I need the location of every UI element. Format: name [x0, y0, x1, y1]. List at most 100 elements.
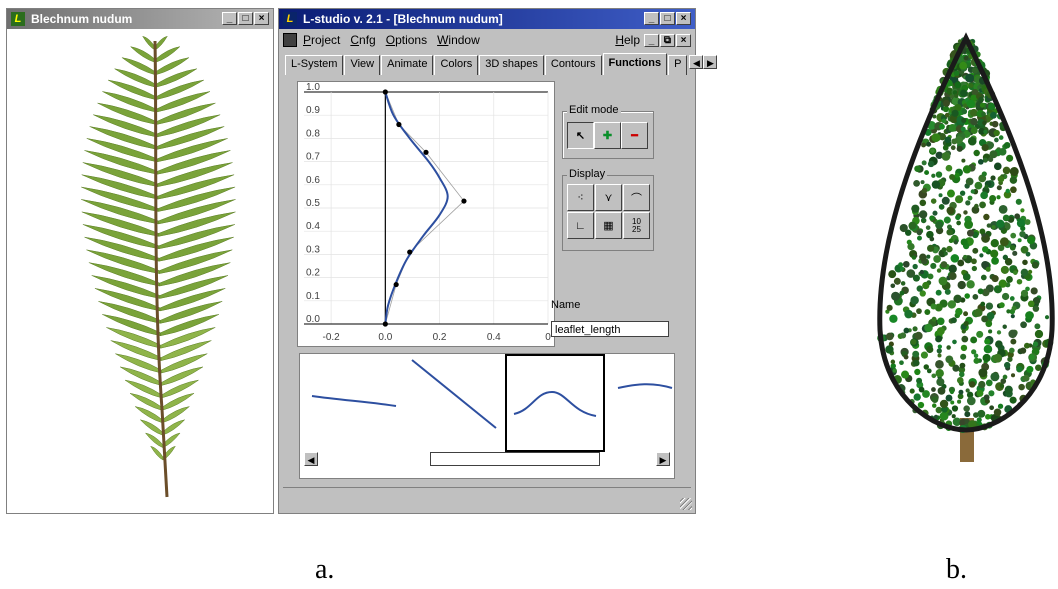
- gallery-item-1[interactable]: [311, 395, 397, 407]
- tree-leaf: [944, 112, 950, 118]
- show-grid-button[interactable]: ▦: [595, 212, 622, 239]
- tree-leaf: [945, 164, 953, 172]
- tab-lsystem[interactable]: L-System: [285, 55, 344, 75]
- tab-animate[interactable]: Animate: [381, 55, 434, 75]
- menu-cnfg[interactable]: Cnfg: [350, 33, 375, 47]
- tree-leaf: [892, 368, 897, 373]
- tree-leaf: [889, 314, 898, 323]
- show-curve-button[interactable]: ⌒: [623, 184, 650, 211]
- tree-leaf: [963, 320, 969, 327]
- close-button[interactable]: ×: [676, 12, 691, 25]
- gallery-scroll-right-icon[interactable]: ▶: [656, 452, 670, 466]
- tree-leaf: [913, 179, 921, 187]
- tab-colors[interactable]: Colors: [434, 55, 479, 75]
- tree-leaf: [923, 364, 929, 370]
- menu-options[interactable]: Options: [386, 33, 427, 47]
- minimize-button[interactable]: _: [644, 12, 659, 25]
- menu-project[interactable]: Project: [303, 33, 340, 47]
- tree-leaf: [935, 221, 944, 229]
- gallery-item-2[interactable]: [411, 359, 497, 429]
- tree-leaf: [1009, 176, 1018, 184]
- control-point[interactable]: [407, 249, 413, 255]
- y-tick-label: 0.9: [306, 105, 320, 116]
- gallery-scroll-thumb[interactable]: [430, 452, 600, 466]
- control-point[interactable]: [382, 321, 388, 327]
- tree-leaf: [950, 400, 955, 405]
- resize-grip-icon[interactable]: [680, 498, 692, 510]
- mdi-close-button[interactable]: ×: [676, 33, 691, 47]
- show-points-button[interactable]: ⁖: [567, 184, 594, 211]
- menu-help[interactable]: Help: [615, 33, 640, 47]
- tree-leaf: [965, 200, 971, 206]
- remove-point-button[interactable]: ━: [621, 122, 648, 149]
- maximize-button[interactable]: □: [238, 12, 253, 25]
- gallery-item-3[interactable]: [505, 354, 605, 452]
- mdi-restore-button[interactable]: ⧉: [660, 33, 675, 47]
- show-values-button[interactable]: 10 25: [623, 212, 650, 239]
- tree-leaf: [963, 405, 970, 412]
- tree-leaf: [913, 393, 921, 401]
- control-point[interactable]: [393, 281, 399, 288]
- tree-leaf: [982, 246, 989, 253]
- name-field[interactable]: leaflet_length: [551, 321, 669, 337]
- control-point[interactable]: [382, 89, 388, 95]
- tree-leaf: [899, 290, 905, 296]
- gallery-scrollbar[interactable]: ◀ ▶: [304, 452, 670, 466]
- minimize-button[interactable]: _: [222, 12, 237, 25]
- control-point[interactable]: [396, 121, 402, 128]
- tree-leaf: [919, 269, 924, 275]
- tree-leaf: [935, 171, 943, 178]
- control-point[interactable]: [461, 198, 467, 204]
- tree-leaf: [917, 235, 922, 241]
- plot-grid: [304, 91, 549, 325]
- tab-functions[interactable]: Functions: [602, 53, 668, 75]
- tree-leaf: [964, 411, 971, 418]
- tab-scroll-right-icon[interactable]: ▶: [703, 55, 718, 69]
- add-point-icon: ✚: [602, 130, 613, 142]
- tab-p[interactable]: P: [668, 55, 688, 75]
- tree-leaf: [914, 368, 921, 376]
- fern-window-titlebar[interactable]: L Blechnum nudum _ □ ×: [7, 9, 273, 29]
- tree-leaf: [933, 414, 939, 420]
- polygon-icon: ⋎: [604, 192, 613, 204]
- tree-leaf: [893, 277, 901, 285]
- tree-leaf: [1016, 366, 1023, 373]
- tree-leaf: [1005, 188, 1010, 194]
- tree-leaf: [983, 344, 993, 354]
- tree-leaf: [912, 326, 918, 332]
- tree-leaf: [1008, 329, 1017, 339]
- fern-render: [81, 35, 236, 498]
- show-polygon-button[interactable]: ⋎: [595, 184, 622, 211]
- gallery-scroll-left-icon[interactable]: ◀: [304, 452, 318, 466]
- close-button[interactable]: ×: [254, 12, 269, 25]
- tree-leaf: [1044, 315, 1050, 320]
- tree-leaf: [985, 302, 994, 310]
- menu-window[interactable]: Window: [437, 33, 480, 47]
- mdi-minimize-button[interactable]: _: [644, 33, 659, 47]
- add-point-button[interactable]: ✚: [594, 122, 621, 149]
- y-tick-label: 0.2: [306, 268, 320, 279]
- tree-leaf: [924, 309, 931, 316]
- tab-contours[interactable]: Contours: [544, 55, 602, 75]
- show-axes-button[interactable]: ∟: [567, 212, 594, 239]
- tree-leaf: [976, 389, 984, 397]
- tree-leaf: [927, 160, 935, 168]
- tab-3d-shapes[interactable]: 3D shapes: [479, 55, 544, 75]
- tree-leaf: [931, 173, 936, 178]
- tab-view[interactable]: View: [344, 55, 381, 75]
- move-point-button[interactable]: ↖: [567, 122, 594, 149]
- tree-leaf: [950, 145, 956, 151]
- lstudio-titlebar[interactable]: L L-studio v. 2.1 - [Blechnum nudum] _ □…: [279, 9, 695, 29]
- control-point[interactable]: [423, 149, 429, 155]
- tab-scroll-left-icon[interactable]: ◀: [689, 55, 704, 69]
- function-editor-plot[interactable]: 1.00.90.80.70.60.50.40.30.20.10.0-0.2 0.0…: [297, 81, 555, 347]
- tree-leaf: [983, 394, 990, 401]
- tree-leaf: [936, 327, 945, 335]
- tree-leaf: [955, 214, 961, 221]
- maximize-button[interactable]: □: [660, 12, 675, 25]
- gallery-item-4[interactable]: [617, 383, 673, 389]
- tree-leaf: [943, 216, 951, 224]
- tree-leaf: [964, 293, 970, 299]
- tree-leaf: [949, 174, 955, 180]
- tree-leaf: [921, 160, 927, 166]
